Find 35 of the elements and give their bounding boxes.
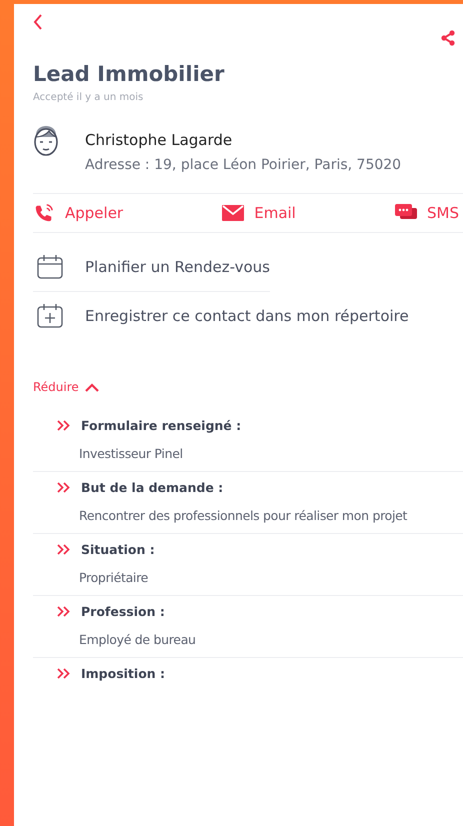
detail-label: Profession : <box>81 604 165 619</box>
call-button[interactable]: Appeler <box>33 203 124 223</box>
avatar-icon <box>33 125 59 157</box>
calendar-icon <box>37 255 63 279</box>
back-button[interactable] <box>33 14 43 30</box>
detail-label: Imposition : <box>81 666 166 681</box>
detail-value: Employé de bureau <box>79 632 197 647</box>
calendar-add-icon <box>37 304 63 328</box>
back-icon <box>33 14 43 30</box>
email-button[interactable]: Email <box>222 203 296 223</box>
detail-label: But de la demande : <box>81 480 224 495</box>
accepted-time: Accepté il y a un mois <box>33 92 144 103</box>
detail-label: Formulaire renseigné : <box>81 418 242 433</box>
chevron-up-icon <box>84 382 99 392</box>
double-chevron-icon <box>57 544 71 555</box>
contact-address: Adresse : 19, place Léon Poirier, Paris, 75020 <box>85 157 402 173</box>
envelope-icon <box>222 205 244 221</box>
contact-option[interactable]: Planifier un Rendez-vous <box>33 243 270 292</box>
chat-bubbles-icon <box>394 204 417 222</box>
double-chevron-icon <box>57 482 71 493</box>
contact-option[interactable]: Enregistrer ce contact dans mon répertoire <box>33 292 409 340</box>
phone-icon <box>33 203 55 223</box>
sms-button[interactable]: SMS <box>394 203 459 223</box>
double-chevron-icon <box>57 606 71 617</box>
detail-label: Situation : <box>81 542 155 557</box>
page-title: Lead Immobilier <box>33 62 226 86</box>
share-icon <box>441 30 455 46</box>
detail-value: Rencontrer des professionnels pour réaliser mon projet <box>79 508 408 523</box>
detail-value: Investisseur Pinel <box>79 446 184 461</box>
contact-name: Christophe Lagarde <box>85 131 234 149</box>
collapse-toggle[interactable]: Réduire <box>33 380 99 394</box>
double-chevron-icon <box>57 420 71 431</box>
detail-value: Propriétaire <box>79 570 150 585</box>
share-button[interactable] <box>441 30 455 46</box>
double-chevron-icon <box>57 668 71 679</box>
